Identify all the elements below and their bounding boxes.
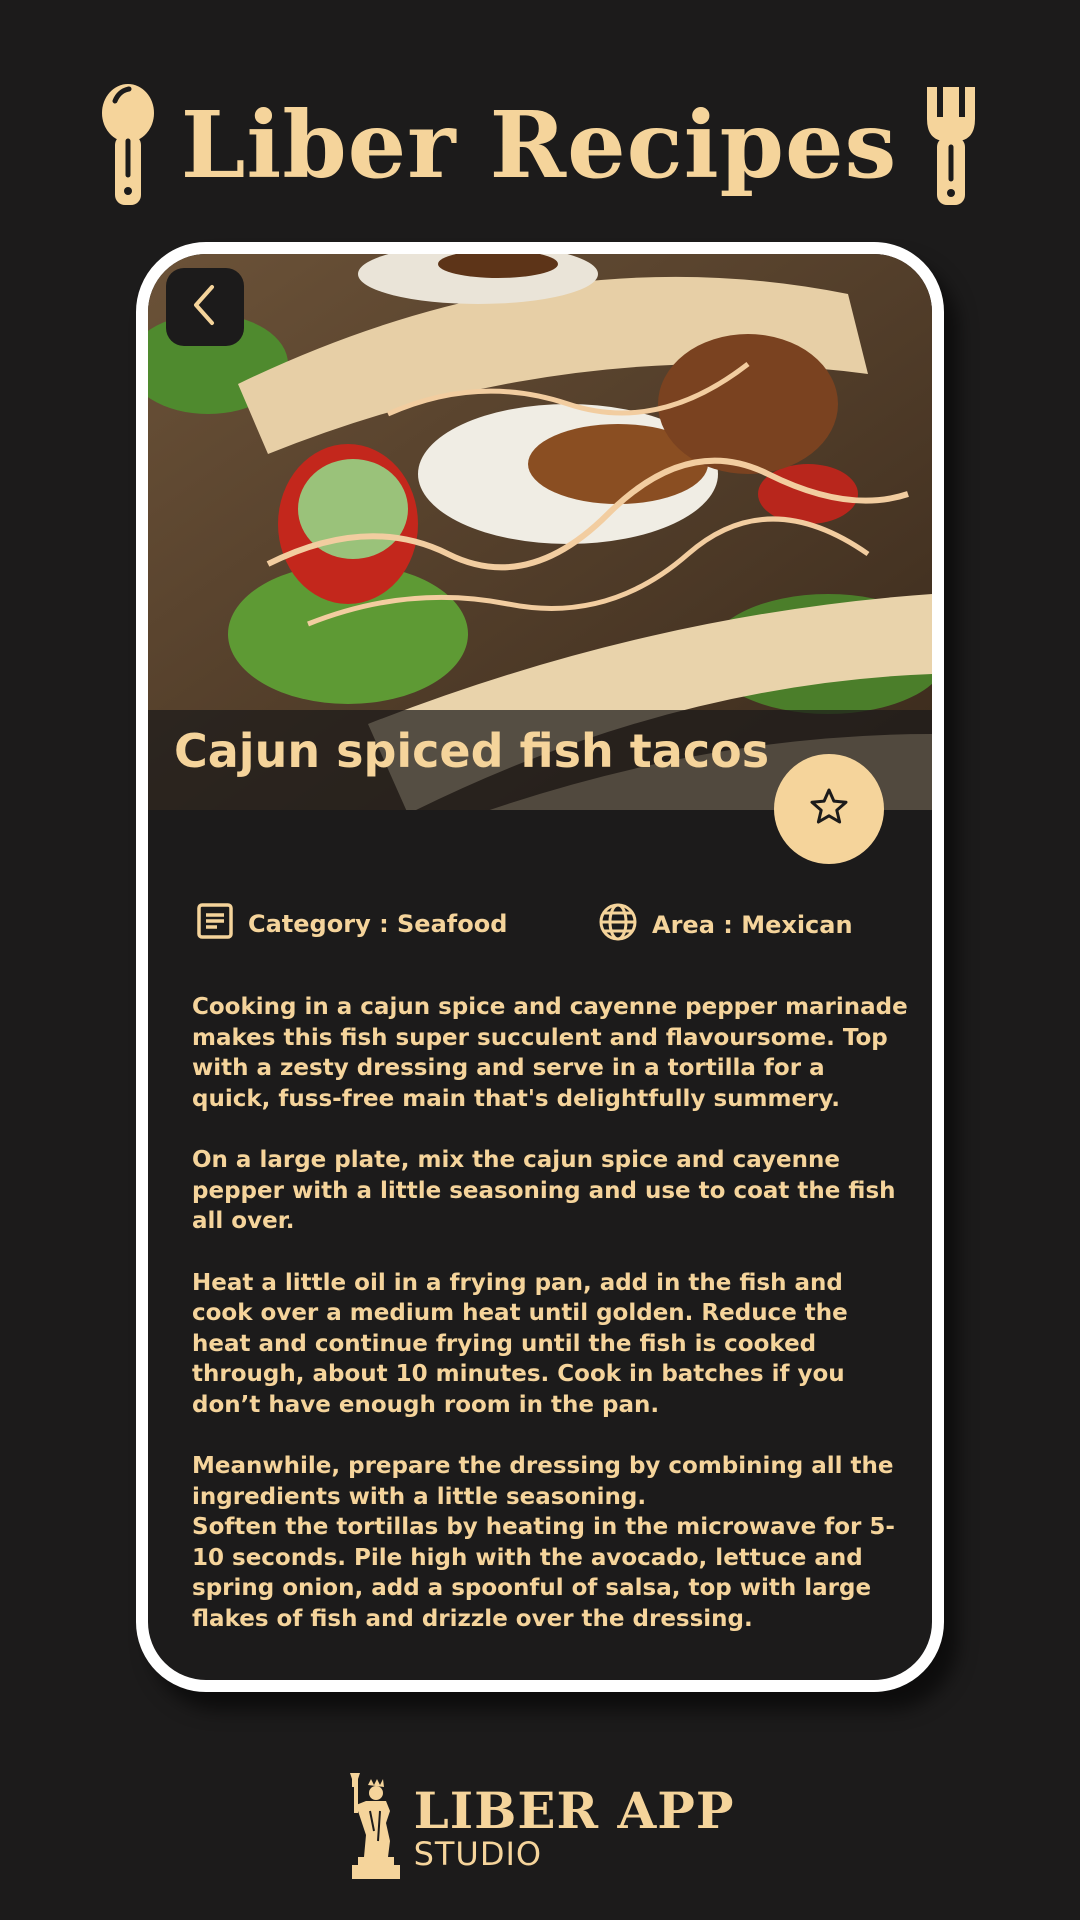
- category-text: Category : Seafood: [248, 910, 508, 938]
- footer-brand: LIBER APP STUDIO: [0, 1772, 1080, 1884]
- brand-subtitle: STUDIO: [413, 1835, 543, 1873]
- category-icon: [196, 902, 234, 946]
- star-outline-icon: [809, 787, 849, 831]
- recipe-instructions: Cooking in a cajun spice and cayenne pep…: [192, 992, 908, 1634]
- statue-of-liberty-icon: [346, 1771, 404, 1885]
- instruction-paragraph: Soften the tortillas by heating in the m…: [192, 1514, 895, 1632]
- globe-icon: [598, 902, 638, 948]
- instruction-paragraph: Meanwhile, prepare the dressing by combi…: [192, 1453, 894, 1510]
- chevron-left-icon: [188, 283, 222, 331]
- recipe-detail-card: Cajun spiced fish tacos Category : Seafo…: [136, 242, 944, 1692]
- instruction-paragraph: Cooking in a cajun spice and cayenne pep…: [192, 994, 908, 1112]
- brand-text: LIBER APP STUDIO: [413, 1781, 735, 1873]
- recipe-title: Cajun spiced fish tacos: [174, 724, 770, 778]
- category-info: Category : Seafood: [196, 902, 507, 946]
- recipe-meta: Category : Seafood Area : Mexican: [196, 902, 896, 946]
- brand-name: LIBER APP: [413, 1781, 735, 1840]
- area-info: Area : Mexican: [598, 902, 853, 948]
- back-button[interactable]: [166, 268, 244, 346]
- instruction-paragraph: Heat a little oil in a frying pan, add i…: [192, 1269, 848, 1418]
- favorite-button[interactable]: [774, 754, 884, 864]
- instruction-paragraph: On a large plate, mix the cajun spice an…: [192, 1147, 896, 1234]
- spoon-icon: [101, 83, 155, 207]
- fork-icon: [923, 83, 979, 207]
- area-text: Area : Mexican: [652, 911, 853, 939]
- app-title: Liber Recipes: [180, 91, 898, 199]
- app-header: Liber Recipes: [0, 80, 1080, 210]
